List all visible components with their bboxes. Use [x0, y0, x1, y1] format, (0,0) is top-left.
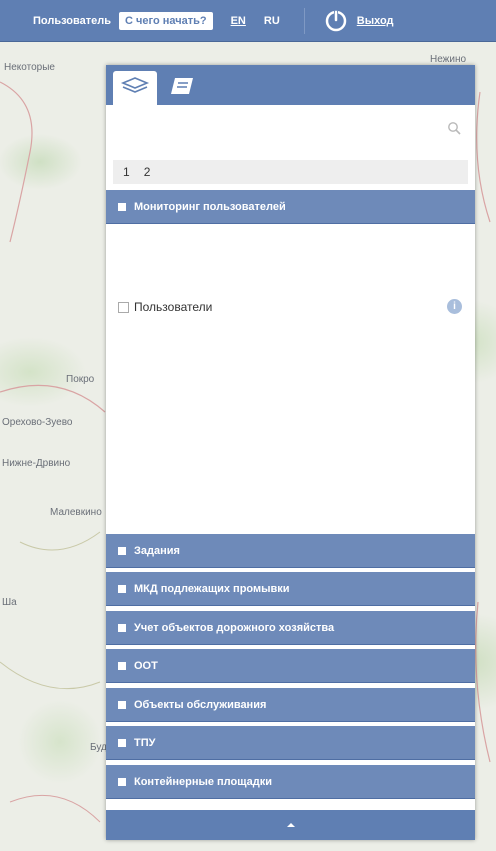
layers-panel: 1 2 Мониторинг пользователей Пользовател… [106, 65, 475, 840]
section-square-icon [118, 584, 126, 593]
section-header-tpu[interactable]: ТПУ [106, 726, 475, 760]
section-label: Контейнерные площадки [134, 775, 273, 788]
top-bar: Пользователь С чего начать? EN RU Выход [0, 0, 496, 42]
page-link[interactable]: 2 [144, 165, 151, 179]
layer-label: Пользователи [134, 300, 213, 314]
section-square-icon [118, 661, 126, 670]
tab-layers[interactable] [113, 71, 157, 105]
section-header-service[interactable]: Объекты обслуживания [106, 688, 475, 722]
search-icon[interactable] [447, 121, 461, 140]
layer-checkbox[interactable] [118, 301, 129, 313]
search-row [106, 113, 475, 153]
section-square-icon [118, 623, 126, 632]
search-input[interactable] [116, 113, 466, 147]
section-square-icon [118, 546, 126, 555]
section-square-icon [118, 738, 126, 747]
panel-tabs [106, 65, 475, 105]
help-button[interactable]: С чего начать? [119, 11, 213, 30]
power-icon[interactable] [325, 10, 347, 32]
tab-book[interactable] [162, 71, 206, 105]
section-square-icon [118, 777, 126, 786]
section-header-monitoring[interactable]: Мониторинг пользователей [106, 190, 475, 224]
map-label: Ша [2, 597, 17, 608]
map-label: Нижне-Дрвино [2, 458, 71, 469]
layer-item-users[interactable]: Пользователи i [118, 297, 468, 317]
map-label: Некоторые [4, 62, 55, 73]
section-label: МКД подлежащих промывки [134, 582, 290, 595]
lang-en-link[interactable]: EN [231, 15, 246, 27]
section-header-oot[interactable]: ООТ [106, 649, 475, 683]
map-label: Нежино [430, 54, 467, 65]
section-label: Учет объектов дорожного хозяйства [134, 621, 335, 634]
collapse-panel-button[interactable] [106, 810, 475, 840]
layers-icon [120, 76, 150, 101]
section-square-icon [118, 202, 126, 211]
info-icon[interactable]: i [447, 299, 462, 314]
map-label: Орехово-Зуево [2, 417, 73, 428]
section-header-containers[interactable]: Контейнерные площадки [106, 765, 475, 799]
section-header-mkd[interactable]: МКД подлежащих промывки [106, 572, 475, 606]
lang-ru-link[interactable]: RU [264, 15, 280, 27]
book-icon [169, 75, 199, 102]
section-square-icon [118, 700, 126, 709]
page-link[interactable]: 1 [123, 165, 130, 179]
section-label: Задания [134, 544, 180, 557]
map-label: Малевкино [50, 507, 102, 518]
section-label: Объекты обслуживания [134, 698, 267, 711]
section-label: ТПУ [134, 736, 156, 749]
pagination: 1 2 [113, 160, 468, 184]
user-menu[interactable]: Пользователь [33, 15, 111, 27]
chevron-up-icon [286, 823, 295, 827]
map-label: Покро [66, 374, 95, 385]
section-label: Мониторинг пользователей [134, 200, 286, 213]
section-header-tasks[interactable]: Задания [106, 534, 475, 568]
section-header-roads[interactable]: Учет объектов дорожного хозяйства [106, 611, 475, 645]
section-label: ООТ [134, 659, 158, 672]
exit-link[interactable]: Выход [357, 15, 394, 27]
divider [303, 7, 305, 34]
